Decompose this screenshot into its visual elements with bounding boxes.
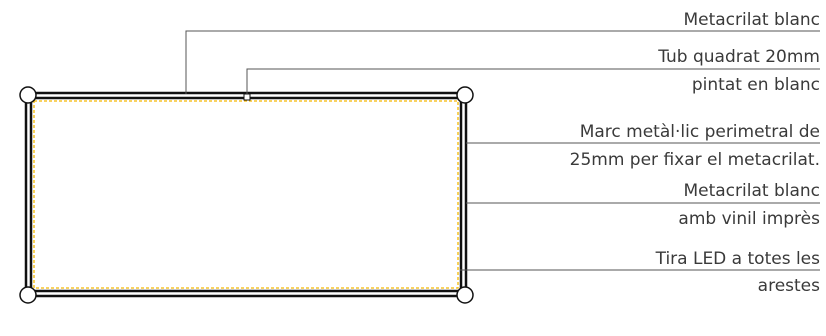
label-tub-line1: Tub quadrat 20mm: [657, 47, 820, 67]
label-vinil-line2: amb vinil imprès: [678, 209, 820, 229]
label-metacrilat-blanc: Metacrilat blanc: [683, 10, 820, 30]
label-marc-line1: Marc metàl·lic perimetral de: [580, 122, 820, 142]
outer-frame: [24, 91, 468, 298]
label-led-line2: arestes: [758, 276, 820, 296]
corner-top-left: [19, 86, 37, 104]
label-tub-line2: pintat en blanc: [692, 75, 820, 95]
tube-marker: [243, 93, 251, 101]
label-vinil-line1: Metacrilat blanc: [683, 181, 820, 201]
label-led-line1: Tira LED a totes les: [655, 249, 821, 269]
corner-bottom-left: [19, 286, 37, 304]
led-strip: [33, 100, 459, 289]
inner-frame: [29, 96, 463, 293]
label-marc-line2: 25mm per fixar el metacrilat.: [570, 150, 820, 170]
diagram-stage: Metacrilat blanc Tub quadrat 20mm pintat…: [0, 0, 826, 336]
corner-bottom-right: [456, 286, 474, 304]
sign-diagram: Metacrilat blanc Tub quadrat 20mm pintat…: [19, 10, 821, 304]
corner-top-right: [456, 86, 474, 104]
